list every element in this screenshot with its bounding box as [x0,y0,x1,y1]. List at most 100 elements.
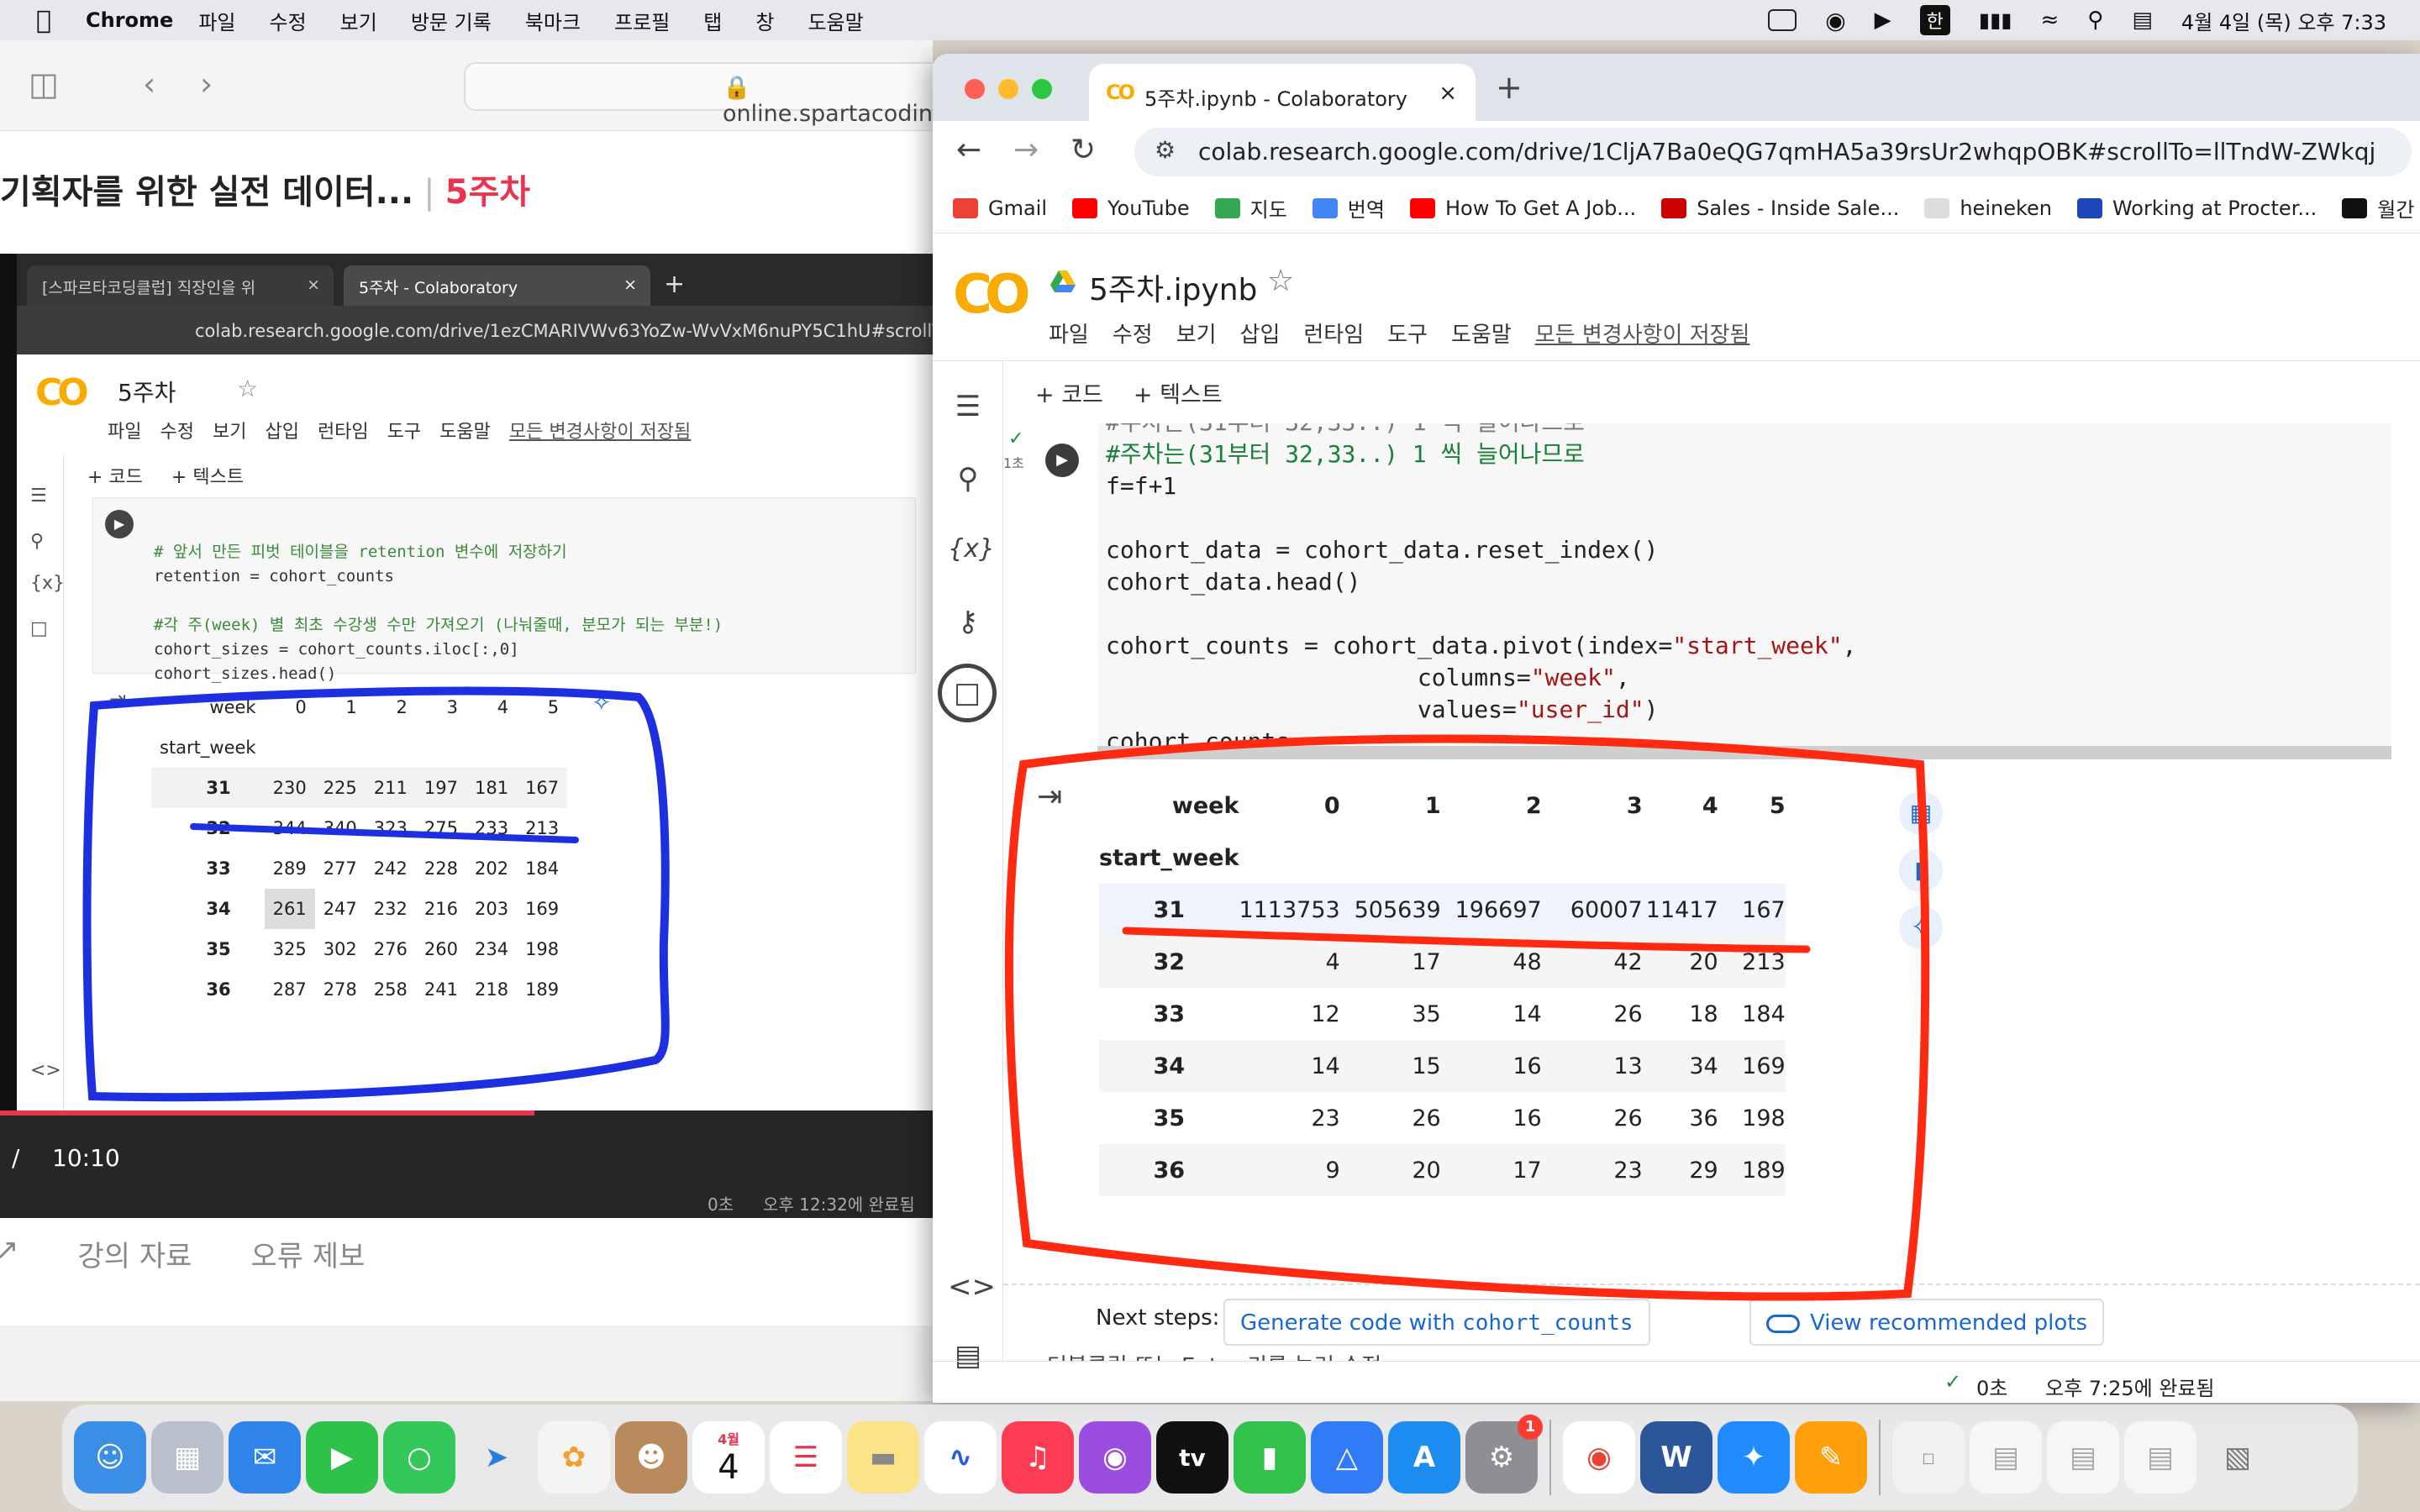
tab-colab[interactable]: CO 5주차.ipynb - Colaboratory × [1089,64,1476,121]
suggest-charts-icon[interactable]: ▮ [1899,848,1943,892]
menu-help[interactable]: 도움말 [1451,318,1512,349]
wifi-icon[interactable]: ≈ [2041,8,2060,33]
calendar-icon[interactable]: 4월 4 [692,1421,765,1494]
lecture-materials-link[interactable]: 강의 자료 [78,1233,192,1274]
add-text-cell-button[interactable]: + 텍스트 [1134,376,1223,409]
bookmark-item[interactable]: Sales - Inside Sale... [1661,197,1899,220]
close-window-button[interactable] [965,79,985,99]
key-icon[interactable]: ⚷ [948,601,988,642]
bookmark-item[interactable]: heineken [1924,197,2052,220]
spotlight-search-icon[interactable]: ⚲ [2087,8,2103,33]
view-recommended-plots-button[interactable]: View recommended plots [1749,1299,2105,1346]
finder-icon[interactable]: ☺ [74,1421,146,1494]
contacts-icon[interactable]: ☻ [615,1421,687,1494]
menubar-clock[interactable]: 4월 4일 (목) 오후 7:33 [2181,6,2386,35]
play-icon[interactable]: ▶ [1875,8,1891,33]
bookmark-item[interactable]: 월간 우 [2342,193,2420,223]
saved-status-link[interactable]: 모든 변경사항이 저장됨 [1535,318,1750,349]
launchpad-icon[interactable]: ▦ [151,1421,224,1494]
record-icon[interactable]: ◉ [1825,7,1845,34]
code-snippets-icon[interactable]: <> [948,1267,996,1307]
reminders-icon[interactable]: ☰ [770,1421,842,1494]
menu-item-edit[interactable]: 수정 [269,6,306,35]
back-arrow-icon[interactable]: ‹ [143,66,155,102]
output-expand-icon[interactable]: ⇥ [1037,780,1062,814]
menu-edit[interactable]: 수정 [1113,318,1153,349]
forward-arrow-icon[interactable]: → [1013,133,1039,167]
forward-arrow-icon[interactable]: › [200,66,213,102]
menu-item-bookmarks[interactable]: 북마크 [525,6,581,35]
report-error-link[interactable]: 오류 제보 [250,1233,365,1274]
html-file-icon[interactable]: □ [1892,1421,1965,1494]
text-cell-hint[interactable]: 더블클릭 또는 Enter 키를 눌러 수정 [1047,1349,1381,1361]
reload-icon[interactable]: ↻ [1071,133,1096,167]
menu-item-tab[interactable]: 탭 [703,6,722,35]
table-of-contents-icon[interactable]: ☰ [948,386,988,427]
menu-insert[interactable]: 삽입 [1240,318,1281,349]
video-player[interactable]: [스파르타코딩클럽] 직장인을 위 × 5주차 - Colaboratory ×… [0,254,933,1218]
menu-item-history[interactable]: 방문 기록 [411,6,492,35]
input-method-indicator[interactable]: 한 [1919,5,1950,35]
run-cell-button[interactable]: ▶ [1045,444,1079,477]
minimize-window-button[interactable] [998,79,1018,99]
convert-to-table-icon[interactable]: ▦ [1899,791,1943,835]
back-arrow-icon[interactable]: ← [956,133,981,167]
colab-logo[interactable]: CO [953,264,1030,326]
address-bar[interactable]: ⚙ colab.research.google.com/drive/1CljA7… [1134,128,2412,176]
word-icon[interactable]: W [1640,1421,1712,1494]
chrome-icon[interactable]: ◉ [1563,1421,1635,1494]
magic-wand-icon[interactable]: ✧ [1899,906,1943,949]
site-settings-icon[interactable]: ⚙ [1155,136,1176,164]
notebook-title[interactable]: 5주차.ipynb [1089,265,1257,309]
horizontal-scrollbar[interactable] [1097,746,2391,759]
system-settings-icon[interactable]: ⚙ 1 [1465,1415,1543,1494]
variables-icon[interactable]: {x} [948,529,995,570]
menu-view[interactable]: 보기 [1176,318,1217,349]
external-link-icon[interactable]: ↗ [0,1233,19,1274]
new-tab-button[interactable]: + [1496,69,1523,106]
menu-item-profiles[interactable]: 프로필 [614,6,670,35]
bookmark-item[interactable]: YouTube [1072,197,1190,220]
bookmark-item[interactable]: Working at Procter... [2076,197,2317,220]
music-icon[interactable]: ♫ [1002,1421,1074,1494]
bookmark-item[interactable]: 번역 [1312,193,1385,223]
notes-icon[interactable]: ▬ [847,1421,919,1494]
facetime-icon[interactable]: ▶ [306,1421,378,1494]
trash-icon[interactable]: ▧ [2202,1421,2274,1494]
search-icon[interactable]: ⚲ [948,459,988,499]
control-center-icon[interactable]: ▤ [2132,8,2153,33]
mail-icon[interactable]: ✉ [229,1421,301,1494]
apple-icon[interactable]:  [18,6,69,35]
recent-document-icon[interactable]: ▤ [2047,1421,2119,1494]
menu-runtime[interactable]: 런타임 [1303,318,1364,349]
generate-code-button[interactable]: Generate code with cohort_counts [1223,1299,1650,1346]
video-progress-bar[interactable] [0,1110,534,1116]
freeform-icon[interactable]: ∿ [924,1421,997,1494]
recent-document-icon[interactable]: ▤ [2124,1421,2196,1494]
screen-mirroring-icon[interactable] [1768,9,1797,31]
photos-icon[interactable]: ✿ [538,1421,610,1494]
menu-file[interactable]: 파일 [1049,318,1089,349]
menu-item-window[interactable]: 창 [755,6,774,35]
pages-icon[interactable]: ✎ [1795,1421,1867,1494]
bookmark-item[interactable]: Gmail [953,197,1047,220]
bookmark-item[interactable]: How To Get A Job... [1409,197,1636,220]
back-address-bar[interactable]: 🔒 online.spartacodin [464,62,968,127]
star-icon[interactable]: ☆ [1267,264,1294,298]
menu-item-view[interactable]: 보기 [340,6,377,35]
app-store-icon[interactable]: A [1388,1421,1460,1494]
menu-item-file[interactable]: 파일 [198,6,235,35]
status-completed[interactable]: 오후 7:25에 완료됨 [2045,1372,2215,1401]
keynote-icon[interactable]: △ [1311,1421,1383,1494]
numbers-icon[interactable]: ▮ [1234,1421,1306,1494]
menu-item-help[interactable]: 도움말 [808,6,863,35]
menu-tools[interactable]: 도구 [1387,318,1428,349]
bookmark-item[interactable]: 지도 [1214,193,1287,223]
battery-icon[interactable]: ▮▮▮ [1979,8,2012,32]
safari-icon[interactable]: ✦ [1718,1421,1790,1494]
files-folder-icon[interactable]: □ [938,664,997,722]
sidebar-toggle-icon[interactable]: ◫ [29,66,59,102]
close-tab-icon[interactable]: × [1439,81,1457,106]
apple-tv-icon[interactable]: tv [1156,1421,1228,1494]
google-drive-icon[interactable] [1050,270,1076,292]
